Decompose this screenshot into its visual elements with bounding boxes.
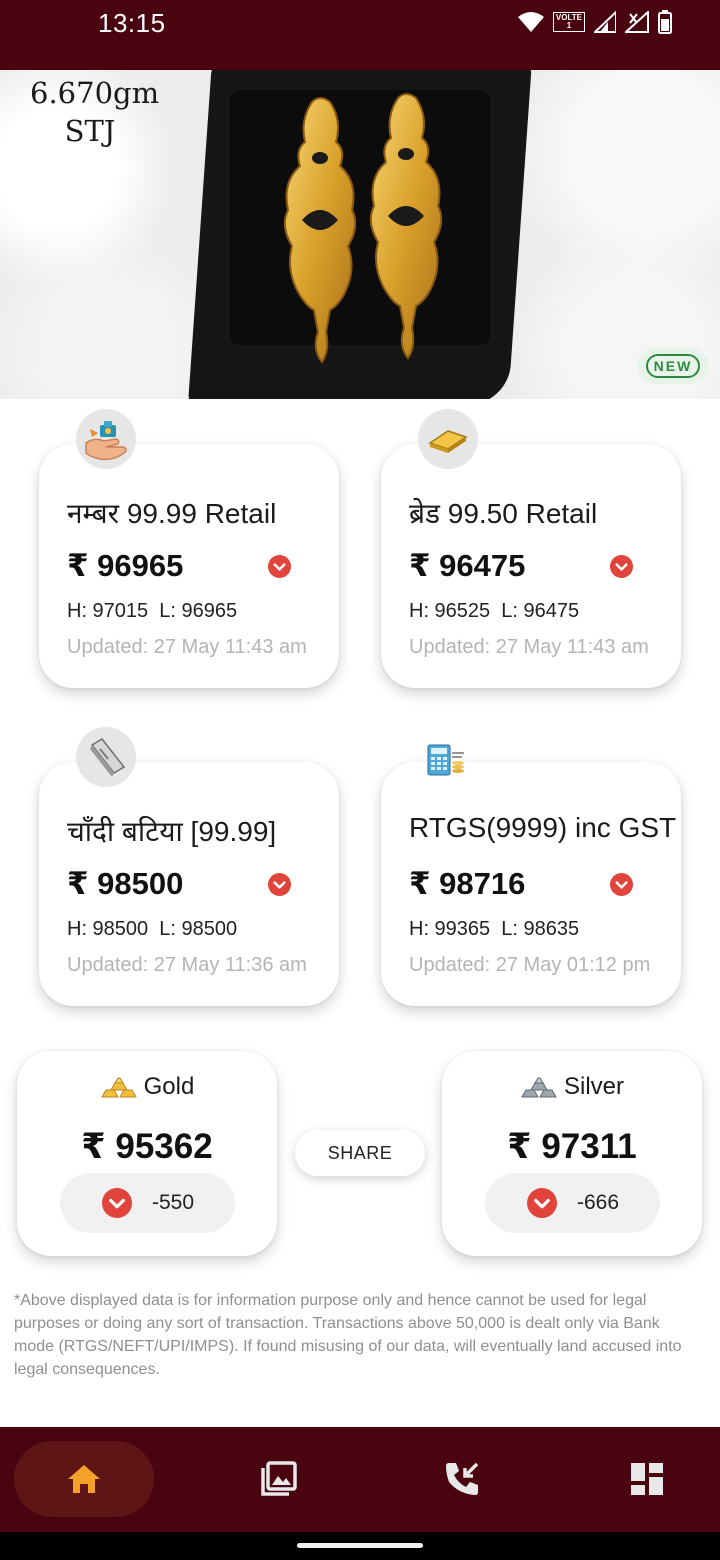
rate-updated: Updated: 27 May 01:12 pm [409,954,651,976]
rate-updated: Updated: 27 May 11:43 am [409,636,649,658]
gallery-icon [261,1461,297,1496]
silver-summary-price: ₹ 97311 [507,1127,637,1166]
trend-down-icon [610,555,633,578]
silver-bar-icon [76,727,136,787]
calculator-icon [418,727,478,787]
silver-label: Silver [563,1073,624,1100]
new-badge-label: NEW [645,354,701,378]
trend-down-icon [102,1188,132,1218]
dashboard-icon [631,1463,663,1495]
rate-card-gold-9999[interactable]: नम्बर 99.99 Retail ₹ 96965 H: 97015 L: 9… [39,444,339,688]
rate-high-low: H: 97015 L: 96965 [67,600,238,622]
rate-card-gold-9950[interactable]: ब्रेड 99.50 Retail ₹ 96475 H: 96525 L: 9… [381,444,681,688]
silver-change-value: -666 [577,1191,620,1214]
signal-icon [594,11,616,33]
gold-stack-icon [100,1077,137,1098]
trend-down-icon [268,555,291,578]
gold-summary-card[interactable]: Gold ₹ 95362 -550 [17,1051,277,1256]
banner-brand: STJ [64,114,116,148]
status-bar: 13:15 VOLTE 1 [0,0,720,70]
gold-change-value: -550 [152,1191,195,1214]
rate-high-low: H: 98500 L: 98500 [67,918,238,940]
rate-title: चाँदी बटिया [99.99] [67,816,277,847]
gold-bar-icon [418,409,478,469]
trend-down-icon [610,873,633,896]
rate-updated: Updated: 27 May 11:36 am [67,954,307,976]
sim-label: 1 [566,21,572,30]
rate-price: ₹ 98716 [409,866,526,901]
battery-icon [658,10,672,34]
nav-dashboard[interactable] [577,1441,717,1517]
signal-no-data-icon [625,11,649,33]
banner-weight-label: 6.670gm STJ [30,74,160,150]
nav-contact[interactable] [392,1441,532,1517]
banner-weight: 6.670gm [30,76,160,110]
silver-stack-icon [521,1077,557,1098]
rate-title: RTGS(9999) inc GST [409,812,677,843]
rate-price: ₹ 98500 [67,866,184,901]
silver-summary-card[interactable]: Silver ₹ 97311 -666 [442,1051,702,1256]
rate-high-low: H: 96525 L: 96475 [409,600,580,622]
home-icon [68,1465,100,1493]
rate-high-low: H: 99365 L: 98635 [409,918,580,940]
gesture-handle[interactable] [297,1543,423,1548]
share-button[interactable]: SHARE [295,1130,425,1176]
promo-banner[interactable]: 6.670gm STJ NEW [0,70,720,399]
gold-change-pill: -550 [60,1173,235,1233]
trend-down-icon [527,1188,557,1218]
hand-gold-icon [76,409,136,469]
status-icons: VOLTE 1 [517,9,672,35]
new-badge: NEW [637,348,709,384]
nav-home[interactable] [14,1441,154,1517]
gesture-navigation-bar [0,1532,720,1560]
gold-summary-price: ₹ 95362 [81,1127,213,1166]
rate-updated: Updated: 27 May 11:43 am [67,636,307,658]
rate-title: नम्बर 99.99 Retail [67,498,277,529]
phone-call-icon [446,1462,479,1495]
silver-summary-header: Silver [442,1073,702,1101]
rate-card-rtgs[interactable]: RTGS(9999) inc GST ₹ 98716 H: 99365 L: 9… [381,762,681,1006]
disclaimer-text: *Above displayed data is for information… [14,1292,682,1378]
gold-label: Gold [143,1073,195,1100]
status-time: 13:15 [98,8,166,38]
rate-price: ₹ 96475 [409,548,526,583]
rate-card-silver-9999[interactable]: चाँदी बटिया [99.99] ₹ 98500 H: 98500 L: … [39,762,339,1006]
silver-change-pill: -666 [485,1173,660,1233]
volte-icon: VOLTE 1 [552,12,585,32]
nav-gallery[interactable] [208,1441,348,1517]
bottom-navigation [0,1427,720,1532]
rate-title: ब्रेड 99.50 Retail [409,498,598,529]
gold-summary-header: Gold [17,1073,277,1101]
rate-price: ₹ 96965 [67,548,184,583]
wifi-icon [517,12,544,32]
trend-down-icon [268,873,291,896]
